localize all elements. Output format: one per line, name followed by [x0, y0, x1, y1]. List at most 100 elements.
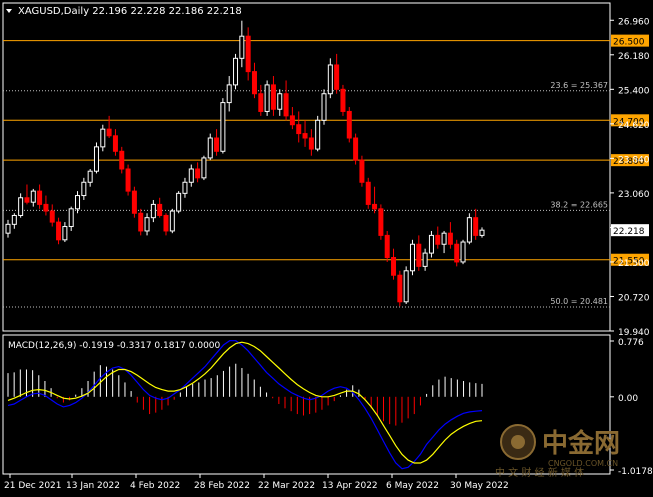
candle-body: [264, 84, 270, 112]
candle-body: [340, 88, 346, 112]
candle: [428, 230, 434, 258]
candle-body: [201, 157, 207, 179]
candle-body: [353, 137, 359, 161]
candle-body: [169, 210, 175, 232]
collapse-triangle-icon[interactable]: [6, 9, 12, 13]
candle-body: [119, 150, 125, 170]
candle: [264, 80, 270, 116]
candle: [416, 235, 422, 271]
candle-body: [441, 232, 447, 245]
candle: [30, 188, 36, 207]
candle: [112, 129, 118, 156]
candle-body: [226, 84, 232, 104]
watermark: 中金网 CNGOLD.COM.CN 中 文 财 经 新 媒 体: [495, 424, 620, 479]
candle: [150, 199, 156, 223]
candle: [163, 213, 169, 236]
candle-body: [372, 203, 378, 210]
candle-body: [195, 168, 201, 179]
candle: [403, 266, 409, 304]
candle: [473, 208, 479, 240]
candle-body: [239, 35, 245, 59]
candle-body: [182, 181, 188, 194]
candle-body: [251, 71, 257, 95]
candle-body: [163, 214, 169, 232]
candle: [384, 230, 390, 262]
candle-body: [258, 93, 264, 112]
macd-signal-line: [7, 341, 483, 464]
candle-body: [75, 195, 81, 210]
candle-body: [403, 270, 409, 303]
candle: [321, 89, 327, 125]
candle: [409, 239, 415, 276]
candle-body: [37, 190, 43, 205]
candle: [334, 53, 340, 94]
candle-body: [327, 64, 333, 95]
watermark-tagline: 中 文 财 经 新 媒 体: [495, 466, 584, 479]
candle-body: [49, 210, 55, 223]
candle: [201, 155, 207, 181]
candle: [188, 164, 194, 187]
candle-body: [43, 203, 49, 212]
candle: [346, 107, 352, 143]
candle: [195, 162, 201, 183]
candle: [353, 133, 359, 165]
candle: [359, 155, 365, 187]
time-tick-label: 21 Dec 2021: [4, 481, 62, 491]
candle-body: [214, 137, 220, 152]
candle: [454, 239, 460, 267]
price-tick-label: 24.620: [618, 121, 650, 131]
candle: [11, 213, 17, 229]
candle: [327, 58, 333, 99]
candle-body: [131, 190, 137, 214]
candle-body: [150, 203, 156, 219]
candle-body: [81, 181, 87, 197]
price-tick-label: 23.840: [618, 155, 650, 165]
candle: [119, 146, 125, 174]
candle-body: [466, 217, 472, 243]
price-tick-label: 23.060: [618, 190, 650, 200]
candle: [56, 217, 62, 245]
candle-body: [378, 208, 384, 236]
candle: [340, 84, 346, 116]
candle: [466, 213, 472, 245]
candle-body: [359, 159, 365, 183]
candle: [169, 208, 175, 234]
candle: [460, 239, 466, 265]
candle: [131, 186, 137, 218]
current-price-label: 22.218: [613, 227, 645, 237]
watermark-domain: CNGOLD.COM.CN: [548, 459, 618, 468]
candle: [43, 195, 49, 216]
candle: [397, 270, 403, 307]
candle: [207, 133, 213, 161]
candle: [18, 193, 24, 218]
time-tick-label: 13 Apr 2022: [322, 481, 378, 491]
candle-body: [422, 252, 428, 267]
candle: [441, 230, 447, 254]
candle: [214, 129, 220, 156]
candle-body: [18, 197, 24, 216]
candle-body: [454, 243, 460, 263]
candle: [277, 89, 283, 116]
candle: [106, 115, 112, 139]
candle-body: [56, 221, 62, 241]
time-tick-label: 30 May 2022: [450, 481, 509, 491]
candle-body: [289, 115, 295, 126]
candle-body: [334, 64, 340, 90]
candle: [24, 184, 30, 205]
candle-body: [188, 168, 194, 183]
chart-canvas[interactable]: 26.50024.70023.80021.550 23.6 = 25.36738…: [0, 0, 653, 493]
candle-body: [321, 93, 327, 121]
candle-body: [473, 217, 479, 236]
candle: [365, 177, 371, 209]
macd-main-line: [7, 340, 483, 470]
candle-body: [447, 232, 453, 245]
candle: [144, 213, 150, 236]
candle-body: [11, 214, 17, 225]
candle-body: [233, 57, 239, 86]
candle: [226, 76, 232, 112]
candle-body: [315, 119, 321, 150]
candle: [87, 168, 93, 187]
candle: [296, 111, 302, 143]
candle-body: [100, 128, 106, 148]
time-tick-label: 22 Mar 2022: [258, 481, 315, 491]
